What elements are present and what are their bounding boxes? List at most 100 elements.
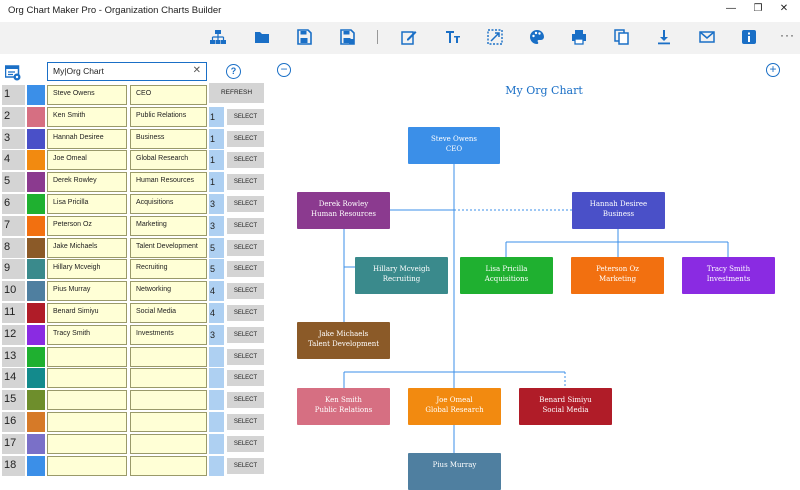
color-swatch[interactable] xyxy=(27,412,45,432)
name-field[interactable]: Hannah Desiree xyxy=(47,128,127,149)
color-swatch[interactable] xyxy=(27,368,45,389)
name-field[interactable]: Ken Smith xyxy=(47,106,127,127)
select-button[interactable]: SELECT xyxy=(227,305,264,321)
title-field[interactable] xyxy=(130,368,207,389)
name-field[interactable]: Derek Rowley xyxy=(47,172,127,193)
more-options-button[interactable]: ··· xyxy=(780,28,795,42)
name-field[interactable]: Steve Owens xyxy=(47,85,127,105)
title-field[interactable] xyxy=(130,390,207,411)
title-field[interactable]: Human Resources xyxy=(130,172,207,193)
org-node-rec[interactable]: Hillary Mcveigh Recruiting xyxy=(355,257,448,294)
color-swatch[interactable] xyxy=(27,390,45,411)
level-field[interactable]: 4 xyxy=(209,303,224,323)
color-swatch[interactable] xyxy=(27,433,45,454)
title-field[interactable] xyxy=(130,412,207,432)
title-field[interactable] xyxy=(130,455,207,476)
name-field[interactable] xyxy=(47,368,127,389)
save-icon[interactable] xyxy=(296,29,312,45)
print-icon[interactable] xyxy=(571,29,587,45)
level-field[interactable] xyxy=(209,455,224,476)
org-node-pr[interactable]: Ken Smith Public Relations xyxy=(297,388,390,425)
color-swatch[interactable] xyxy=(27,281,45,302)
select-button[interactable]: SELECT xyxy=(227,370,264,387)
org-node-acq[interactable]: Lisa Pricilla Acquisitions xyxy=(460,257,553,294)
select-button[interactable]: SELECT xyxy=(227,392,264,409)
name-field[interactable]: Pius Murray xyxy=(47,281,127,302)
edit-icon[interactable] xyxy=(401,29,417,45)
name-field[interactable] xyxy=(47,455,127,476)
name-field[interactable]: Benard Simiyu xyxy=(47,303,127,323)
name-field[interactable] xyxy=(47,433,127,454)
level-field[interactable] xyxy=(209,368,224,389)
select-button[interactable]: SELECT xyxy=(227,108,264,125)
color-swatch[interactable] xyxy=(27,150,45,171)
color-swatch[interactable] xyxy=(27,237,45,258)
title-field[interactable]: Social Media xyxy=(130,303,207,323)
minimize-button[interactable]: — xyxy=(724,3,738,14)
color-swatch[interactable] xyxy=(27,215,45,236)
org-node-hr[interactable]: Derek Rowley Human Resources xyxy=(297,192,390,229)
title-field[interactable]: Business xyxy=(130,128,207,149)
level-field[interactable] xyxy=(209,390,224,411)
level-field[interactable]: 3 xyxy=(209,215,224,236)
chart-properties-icon[interactable] xyxy=(4,65,21,81)
palette-icon[interactable] xyxy=(529,29,545,45)
org-chart-icon[interactable] xyxy=(210,29,226,45)
title-field[interactable]: Marketing xyxy=(130,215,207,236)
color-swatch[interactable] xyxy=(27,303,45,323)
select-button[interactable]: SELECT xyxy=(227,326,264,343)
org-node-ceo[interactable]: Steve Owens CEO xyxy=(408,127,500,164)
color-swatch[interactable] xyxy=(27,455,45,476)
level-field[interactable]: 1 xyxy=(209,172,224,193)
level-field[interactable]: 3 xyxy=(209,324,224,345)
select-button[interactable]: SELECT xyxy=(227,261,264,278)
title-field[interactable] xyxy=(130,433,207,454)
title-field[interactable] xyxy=(130,346,207,367)
org-node-inv[interactable]: Tracy Smith Investments xyxy=(682,257,775,294)
open-folder-icon[interactable] xyxy=(254,29,270,45)
name-field[interactable]: Jake Michaels xyxy=(47,237,127,258)
resize-icon[interactable] xyxy=(487,29,503,45)
name-field[interactable]: Joe Omeal xyxy=(47,150,127,171)
save-as-icon[interactable] xyxy=(339,29,355,45)
name-field[interactable]: Hillary Mcveigh xyxy=(47,259,127,280)
select-button[interactable]: SELECT xyxy=(227,283,264,300)
title-field[interactable]: Public Relations xyxy=(130,106,207,127)
org-node-tal[interactable]: Jake Michaels Talent Development xyxy=(297,322,390,359)
name-field[interactable]: Tracy Smith xyxy=(47,324,127,345)
level-field[interactable] xyxy=(209,433,224,454)
name-field[interactable]: Lisa Pricilla xyxy=(47,194,127,214)
name-field[interactable] xyxy=(47,390,127,411)
title-field[interactable]: Investments xyxy=(130,324,207,345)
org-node-net[interactable]: Pius Murray xyxy=(408,453,501,490)
color-swatch[interactable] xyxy=(27,259,45,280)
title-field[interactable]: CEO xyxy=(130,85,207,105)
title-field[interactable]: Talent Development xyxy=(130,237,207,258)
color-swatch[interactable] xyxy=(27,172,45,193)
level-field[interactable]: 5 xyxy=(209,237,224,258)
select-button[interactable]: SELECT xyxy=(227,239,264,256)
level-field[interactable]: 4 xyxy=(209,281,224,302)
level-field[interactable]: 1 xyxy=(209,106,224,127)
title-field[interactable]: Global Research xyxy=(130,150,207,171)
title-field[interactable]: Acquisitions xyxy=(130,194,207,214)
org-node-sm[interactable]: Benard Simiyu Social Media xyxy=(519,388,612,425)
name-field[interactable] xyxy=(47,412,127,432)
color-swatch[interactable] xyxy=(27,194,45,214)
select-button[interactable]: SELECT xyxy=(227,435,264,452)
select-button[interactable]: SELECT xyxy=(227,152,264,169)
download-icon[interactable] xyxy=(656,29,672,45)
clear-icon[interactable]: ✕ xyxy=(193,65,201,76)
select-button[interactable]: SELECT xyxy=(227,217,264,234)
org-node-mkt[interactable]: Peterson Oz Marketing xyxy=(571,257,664,294)
level-field[interactable] xyxy=(209,346,224,367)
color-swatch[interactable] xyxy=(27,346,45,367)
color-swatch[interactable] xyxy=(27,324,45,345)
select-button[interactable]: SELECT xyxy=(227,457,264,474)
select-button[interactable]: SELECT xyxy=(227,174,264,191)
font-icon[interactable] xyxy=(445,29,461,45)
maximize-button[interactable]: ❐ xyxy=(751,3,765,14)
level-field[interactable]: 1 xyxy=(209,128,224,149)
info-icon[interactable] xyxy=(741,29,757,45)
color-swatch[interactable] xyxy=(27,106,45,127)
